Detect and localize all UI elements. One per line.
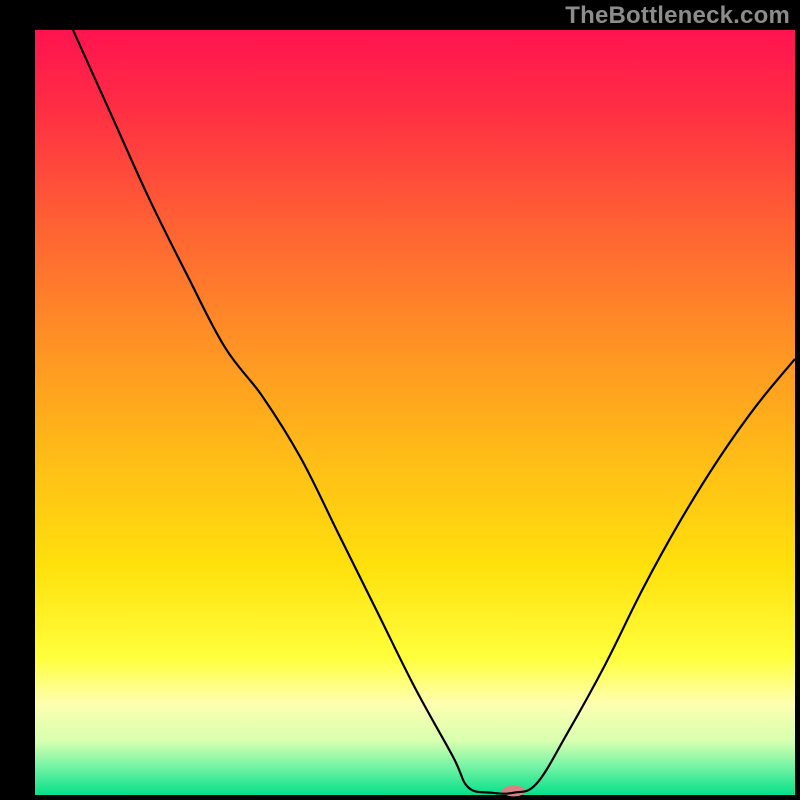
watermark-text: TheBottleneck.com — [565, 2, 790, 30]
plot-background — [35, 30, 795, 795]
chart-container: TheBottleneck.com — [0, 0, 800, 800]
bottleneck-chart — [0, 0, 800, 800]
